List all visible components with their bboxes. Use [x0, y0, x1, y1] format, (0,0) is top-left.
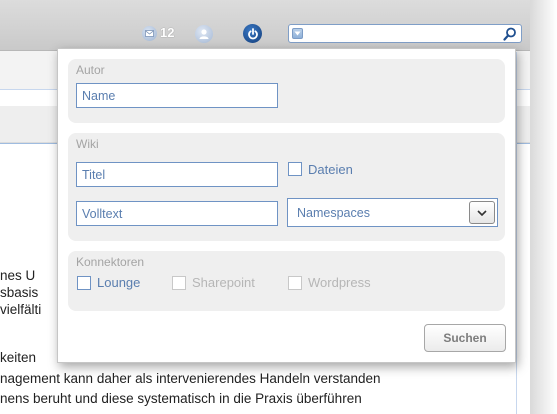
wordpress-checkbox — [288, 276, 302, 290]
search-box — [288, 24, 522, 43]
advanced-search-panel: Autor Wiki Dateien Namespaces Konnektore… — [57, 48, 516, 363]
section-title-connectors: Konnektoren — [76, 255, 145, 269]
wiki-fulltext-field[interactable] — [76, 201, 278, 226]
wiki-title-field[interactable] — [76, 162, 278, 187]
background-text-line: nens beruht und diese systematisch in di… — [0, 391, 362, 406]
user-icon[interactable] — [195, 25, 213, 43]
section-title-wiki: Wiki — [76, 137, 99, 151]
search-dropdown-toggle[interactable] — [292, 28, 303, 39]
sharepoint-checkbox — [172, 276, 186, 290]
background-text-line: sbasis — [0, 285, 39, 300]
right-shadow — [530, 0, 557, 414]
connectors-section: Konnektoren Lounge Sharepoint Wordpress — [68, 251, 505, 311]
lounge-checkbox-label[interactable]: Lounge — [97, 275, 140, 290]
lounge-checkbox[interactable] — [77, 276, 91, 290]
search-icon[interactable] — [502, 26, 518, 42]
background-text-line: vielfälti — [0, 302, 42, 317]
background-text-line: nagement kann daher als intervenierendes… — [0, 371, 381, 386]
sharepoint-checkbox-label: Sharepoint — [192, 275, 255, 290]
namespaces-select[interactable]: Namespaces — [287, 198, 498, 227]
chevron-down-icon[interactable] — [469, 201, 495, 224]
namespaces-selected-value: Namespaces — [297, 206, 370, 220]
author-section: Autor — [68, 59, 505, 123]
author-name-field[interactable] — [76, 83, 278, 108]
power-icon[interactable] — [243, 24, 262, 43]
mail-icon[interactable] — [142, 26, 157, 41]
wordpress-checkbox-label: Wordpress — [308, 275, 371, 290]
background-text-line: nes U — [0, 268, 36, 283]
background-right-border — [516, 52, 517, 414]
search-submit-button[interactable]: Suchen — [424, 324, 506, 352]
message-count[interactable]: 12 — [160, 25, 174, 40]
files-checkbox-label[interactable]: Dateien — [308, 162, 353, 177]
wiki-section: Wiki Dateien Namespaces — [68, 133, 505, 241]
background-text-line: keiten — [0, 350, 37, 365]
section-title-author: Autor — [76, 63, 105, 77]
search-input[interactable] — [307, 26, 492, 41]
files-checkbox[interactable] — [288, 162, 302, 176]
